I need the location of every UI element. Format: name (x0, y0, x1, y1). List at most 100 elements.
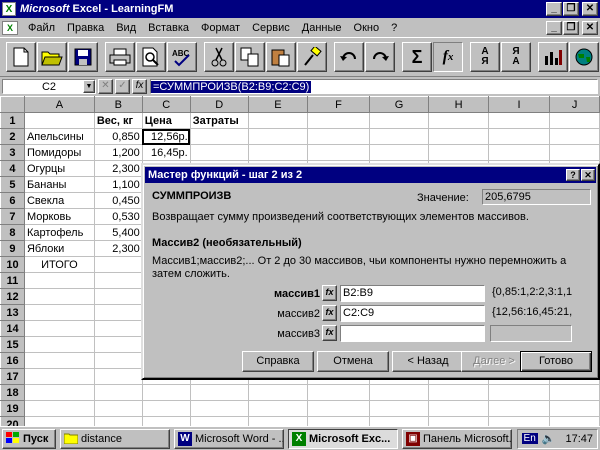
column-header-h[interactable]: H (428, 96, 489, 113)
cell-h1[interactable] (428, 112, 489, 129)
row-header[interactable]: 12 (0, 288, 25, 305)
cell-b11[interactable] (94, 272, 143, 289)
column-header-f[interactable]: F (307, 96, 370, 113)
finish-button[interactable]: Готово (520, 351, 592, 372)
cell-e18[interactable] (248, 384, 309, 401)
cell-a10[interactable]: ИТОГО (24, 256, 95, 273)
new-document-icon[interactable] (6, 42, 36, 72)
cell-c1[interactable]: Цена (142, 112, 191, 129)
document-icon[interactable]: X (2, 20, 18, 35)
cell-b16[interactable] (94, 352, 143, 369)
cell-j18[interactable] (549, 384, 600, 401)
array2-fx-icon[interactable]: fx (322, 305, 337, 321)
cell-d20[interactable] (190, 416, 249, 426)
formula-input[interactable]: =СУММПРОИЗВ(B2:B9;C2:C9) (150, 79, 598, 94)
undo-icon[interactable] (334, 42, 364, 72)
cell-a3[interactable]: Помидоры (24, 144, 95, 161)
cell-g18[interactable] (369, 384, 430, 401)
cancel-entry-icon[interactable]: ✕ (98, 79, 113, 94)
cell-a8[interactable]: Картофель (24, 224, 95, 241)
excel-app-icon[interactable]: X (2, 2, 16, 16)
cell-a20[interactable] (24, 416, 95, 426)
cell-e20[interactable] (248, 416, 309, 426)
cell-b20[interactable] (94, 416, 143, 426)
cell-b4[interactable]: 2,300 (94, 160, 143, 177)
map-globe-icon[interactable] (569, 42, 599, 72)
cell-h20[interactable] (428, 416, 489, 426)
cell-e3[interactable] (248, 144, 309, 161)
restore-button[interactable]: ❐ (563, 2, 579, 16)
cell-b3[interactable]: 1,200 (94, 144, 143, 161)
cell-g1[interactable] (369, 112, 430, 129)
cancel-button[interactable]: Отмена (317, 351, 389, 372)
cell-i1[interactable] (488, 112, 551, 129)
cell-c2[interactable]: 12,56р. (142, 128, 191, 145)
cell-j20[interactable] (549, 416, 600, 426)
dialog-help-button[interactable]: ? (566, 169, 580, 181)
column-header-a[interactable]: A (23, 96, 95, 113)
row-header[interactable]: 2 (0, 128, 25, 145)
row-header[interactable]: 11 (0, 272, 25, 289)
cell-b14[interactable] (94, 320, 143, 337)
cell-g19[interactable] (369, 400, 430, 417)
column-header-b[interactable]: B (93, 96, 143, 113)
copy-icon[interactable] (235, 42, 265, 72)
cell-a4[interactable]: Огурцы (24, 160, 95, 177)
cell-b13[interactable] (94, 304, 143, 321)
cell-b7[interactable]: 0,530 (94, 208, 143, 225)
cell-a1[interactable] (24, 112, 95, 129)
help-button[interactable]: Справка (242, 351, 314, 372)
cell-g20[interactable] (369, 416, 430, 426)
row-header[interactable]: 19 (0, 400, 25, 417)
menu-data[interactable]: Данные (296, 22, 348, 34)
cell-g2[interactable] (369, 128, 430, 145)
cell-a2[interactable]: Апельсины (24, 128, 95, 145)
minimize-button[interactable]: _ (546, 2, 562, 16)
array3-input[interactable] (340, 325, 485, 342)
row-header[interactable]: 13 (0, 304, 25, 321)
cell-b17[interactable] (94, 368, 143, 385)
cell-a18[interactable] (24, 384, 95, 401)
cell-i20[interactable] (488, 416, 551, 426)
sort-ascending-icon[interactable]: АЯ (470, 42, 500, 72)
array3-fx-icon[interactable]: fx (322, 325, 337, 341)
row-header[interactable]: 3 (0, 144, 25, 161)
spelling-icon[interactable]: ABC (167, 42, 197, 72)
cell-h2[interactable] (428, 128, 489, 145)
cell-a14[interactable] (24, 320, 95, 337)
cell-a19[interactable] (24, 400, 95, 417)
paste-clipboard-icon[interactable] (266, 42, 296, 72)
menu-window[interactable]: Окно (348, 22, 386, 34)
cell-e1[interactable] (248, 112, 309, 129)
cell-h19[interactable] (428, 400, 489, 417)
cell-i18[interactable] (488, 384, 551, 401)
column-header-d[interactable]: D (189, 96, 249, 113)
row-header[interactable]: 6 (0, 192, 25, 209)
cell-d1[interactable]: Затраты (190, 112, 249, 129)
cell-a9[interactable]: Яблоки (24, 240, 95, 257)
autosum-sigma-icon[interactable]: Σ (402, 42, 432, 72)
array1-input[interactable]: B2:B9 (340, 285, 485, 302)
cell-a16[interactable] (24, 352, 95, 369)
row-header[interactable]: 4 (0, 160, 25, 177)
cell-d18[interactable] (190, 384, 249, 401)
cell-b19[interactable] (94, 400, 143, 417)
doc-close-button[interactable]: ✕ (582, 20, 598, 35)
dialog-close-button[interactable]: ✕ (581, 169, 595, 181)
cell-f2[interactable] (307, 128, 370, 145)
task-word[interactable]: W Microsoft Word - ... (174, 428, 284, 449)
chevron-down-icon[interactable]: ▼ (83, 80, 95, 93)
column-header-e[interactable]: E (247, 96, 309, 113)
menu-view[interactable]: Вид (110, 22, 142, 34)
cell-j19[interactable] (549, 400, 600, 417)
row-header[interactable]: 8 (0, 224, 25, 241)
array1-fx-icon[interactable]: fx (322, 285, 337, 301)
doc-restore-button[interactable]: ❐ (563, 20, 579, 35)
cell-d19[interactable] (190, 400, 249, 417)
cell-f19[interactable] (307, 400, 370, 417)
speaker-icon[interactable]: 🔈 (542, 432, 556, 445)
cell-i19[interactable] (488, 400, 551, 417)
menu-edit[interactable]: Правка (61, 22, 110, 34)
row-header[interactable]: 1 (0, 112, 25, 129)
cell-a15[interactable] (24, 336, 95, 353)
